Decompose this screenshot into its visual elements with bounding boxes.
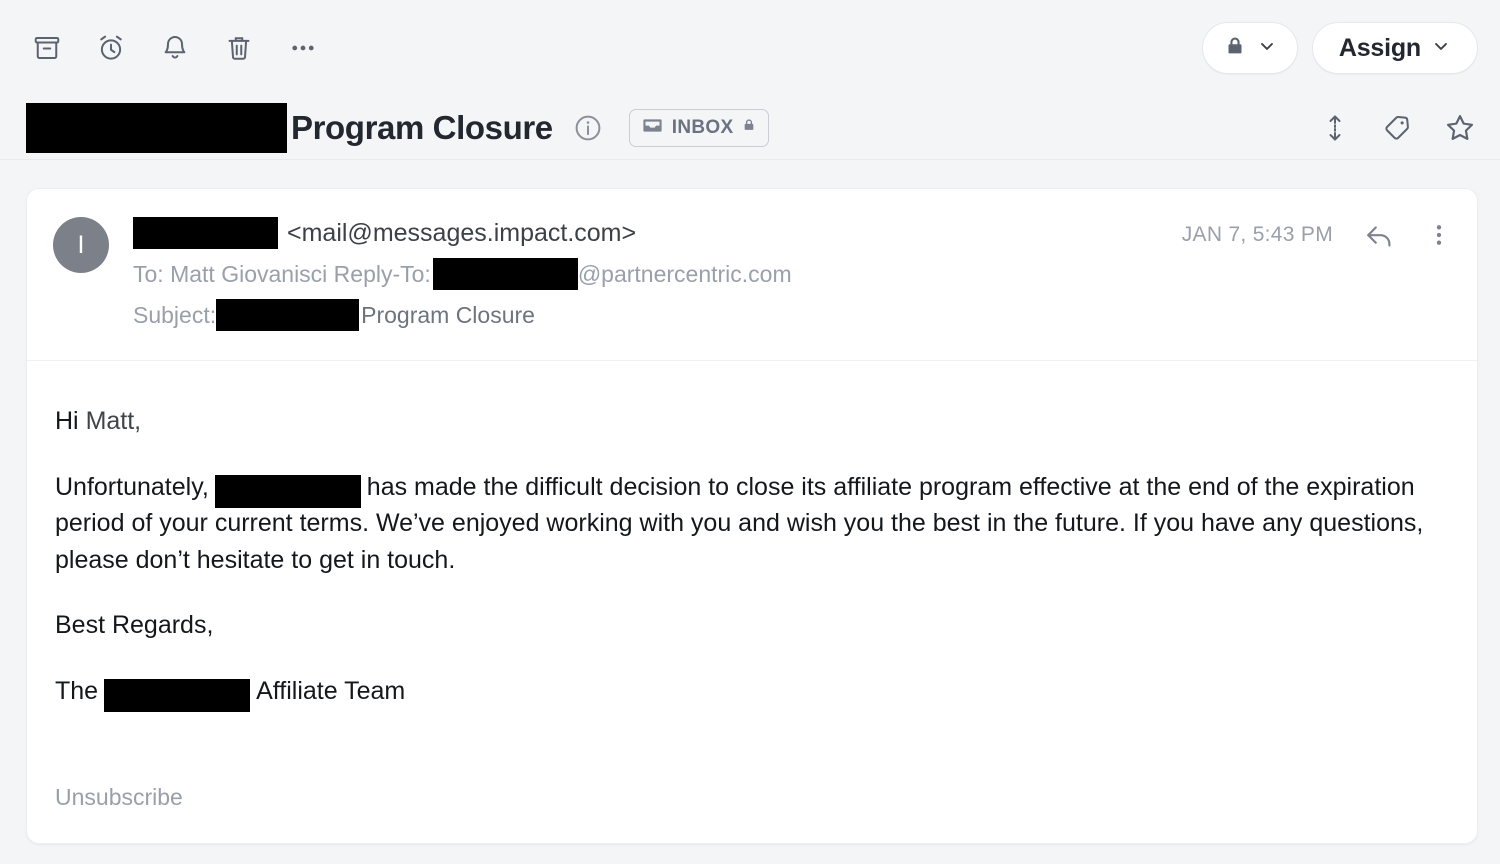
subject-label: Subject: bbox=[133, 301, 217, 328]
paragraph-start: Unfortunately, bbox=[55, 472, 209, 501]
remind-button[interactable] bbox=[154, 27, 196, 69]
body-closing: Best Regards, bbox=[55, 611, 214, 639]
subject-value: Program Closure bbox=[361, 301, 535, 328]
message-body: Hi Matt, Unfortunately, has made the diff… bbox=[27, 361, 1477, 713]
subject-line: Subject: Program Closure bbox=[133, 299, 792, 331]
redacted-title-block bbox=[26, 102, 287, 153]
more-options-button[interactable] bbox=[282, 27, 324, 69]
delete-button[interactable] bbox=[218, 27, 260, 69]
toolbar-actions bbox=[26, 27, 324, 69]
reply-arrow-icon[interactable] bbox=[1363, 219, 1395, 251]
chevron-down-icon bbox=[1431, 36, 1451, 61]
folder-badge-label: INBOX bbox=[671, 116, 734, 138]
folder-badge-inbox[interactable]: INBOX bbox=[628, 108, 770, 147]
message-card: I <mail@messages.impact.com> To: Matt Gi… bbox=[26, 188, 1478, 844]
signature-start: The bbox=[55, 676, 99, 705]
subject-header-actions bbox=[1320, 112, 1476, 144]
greeting-name: Matt, bbox=[85, 407, 142, 435]
archive-icon bbox=[32, 33, 62, 63]
toolbar-right-group: Assign bbox=[1201, 22, 1478, 74]
body-signature: The Affiliate Team bbox=[55, 673, 1437, 713]
message-card-area: I <mail@messages.impact.com> To: Matt Gi… bbox=[0, 160, 1500, 864]
redacted-company-name bbox=[214, 475, 361, 509]
top-toolbar: Assign bbox=[0, 0, 1500, 96]
greeting-hi: Hi bbox=[55, 407, 86, 435]
redacted-sender-name bbox=[133, 217, 278, 249]
unsubscribe-link[interactable]: Unsubscribe bbox=[55, 784, 183, 811]
redacted-reply-to bbox=[432, 258, 578, 290]
more-vertical-icon[interactable] bbox=[1425, 221, 1453, 249]
body-greeting: Hi Matt, bbox=[55, 403, 1437, 440]
inbox-tray-icon bbox=[641, 114, 664, 142]
chevron-down-icon bbox=[1257, 36, 1277, 61]
bell-icon bbox=[160, 33, 190, 63]
redacted-signature-company bbox=[104, 679, 251, 713]
subject-header: Program Closure INBOX bbox=[0, 96, 1500, 160]
snooze-button[interactable] bbox=[90, 27, 132, 69]
message-header: I <mail@messages.impact.com> To: Matt Gi… bbox=[27, 189, 1477, 361]
sender-email: <mail@messages.impact.com> bbox=[287, 218, 637, 247]
snooze-icon bbox=[96, 33, 126, 63]
signature-end: Affiliate Team bbox=[256, 676, 406, 705]
assign-label: Assign bbox=[1338, 33, 1421, 62]
archive-button[interactable] bbox=[26, 27, 68, 69]
lock-icon bbox=[1223, 34, 1247, 63]
reply-to-domain: @partnercentric.com bbox=[577, 260, 792, 287]
star-icon[interactable] bbox=[1444, 112, 1476, 144]
redacted-subject-prefix bbox=[216, 299, 360, 331]
privacy-lock-button[interactable] bbox=[1201, 22, 1298, 74]
to-reply-to-label: To: Matt Giovanisci Reply-To: bbox=[133, 260, 431, 287]
more-horizontal-icon bbox=[288, 33, 318, 63]
lock-icon bbox=[741, 117, 757, 138]
message-header-actions: JAN 7, 5:43 PM bbox=[1182, 219, 1453, 251]
assign-button[interactable]: Assign bbox=[1311, 22, 1478, 74]
message-meta: <mail@messages.impact.com> To: Matt Giov… bbox=[133, 215, 792, 340]
message-timestamp: JAN 7, 5:43 PM bbox=[1181, 223, 1333, 246]
trash-icon bbox=[224, 33, 254, 63]
body-paragraph: Unfortunately, has made the difficult dec… bbox=[55, 469, 1437, 579]
sender-line: <mail@messages.impact.com> bbox=[133, 217, 792, 249]
expand-collapse-icon[interactable] bbox=[1320, 113, 1350, 143]
avatar: I bbox=[53, 217, 109, 273]
page-title: Program Closure bbox=[291, 108, 553, 146]
recipient-line: To: Matt Giovanisci Reply-To: @partnerce… bbox=[133, 258, 792, 290]
info-circle-icon[interactable] bbox=[573, 113, 603, 143]
tag-icon[interactable] bbox=[1382, 113, 1412, 143]
